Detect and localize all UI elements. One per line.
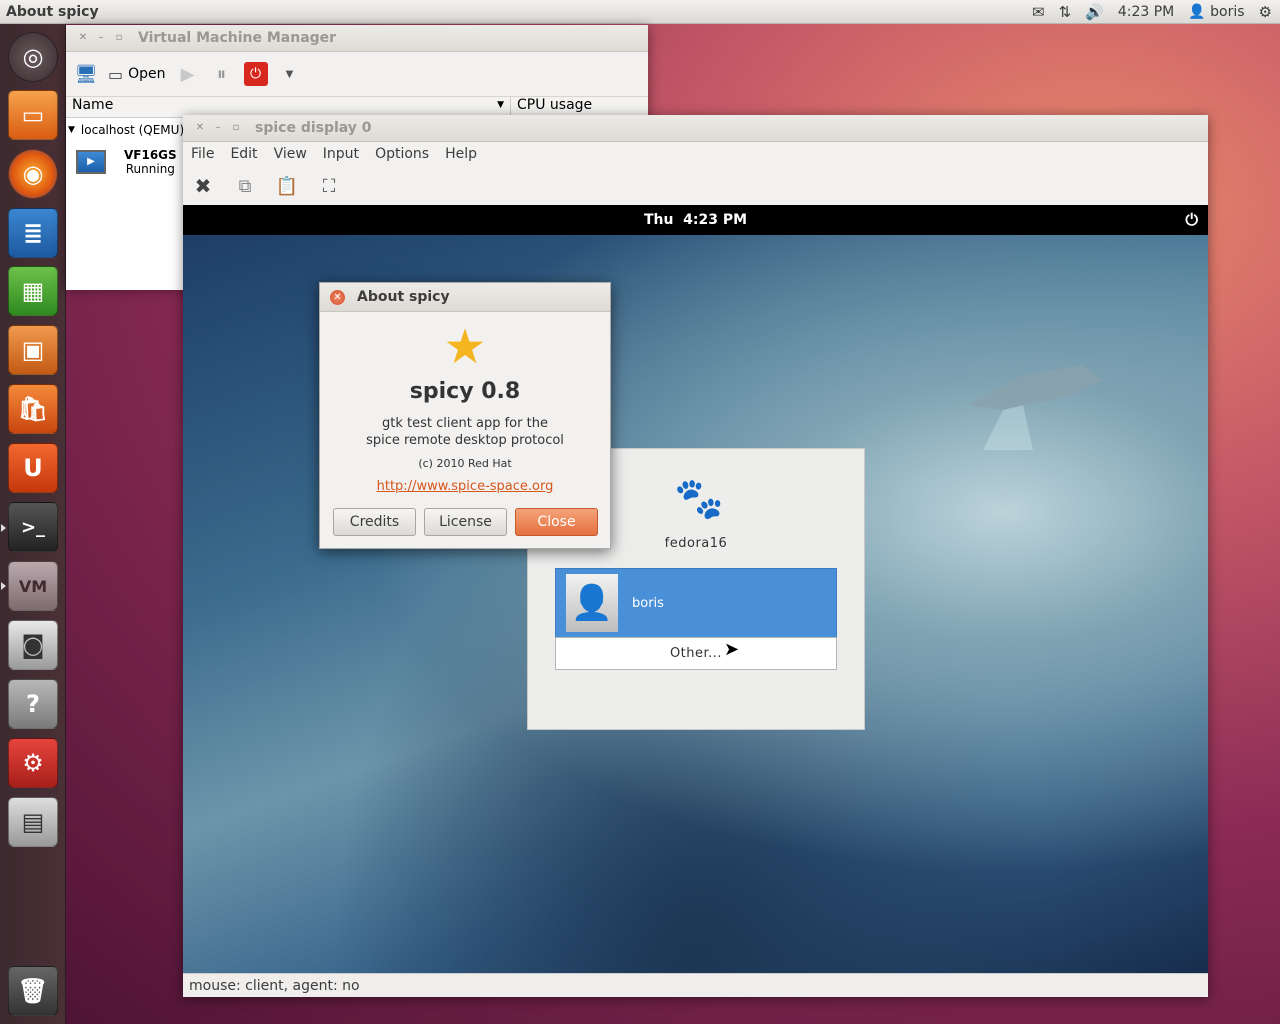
network-icon[interactable]: ⇅ [1059, 3, 1072, 21]
user-item-boris[interactable]: 👤 boris [555, 568, 837, 638]
play-icon[interactable]: ▶ [176, 62, 200, 86]
monitor-icon: ▭ [108, 64, 124, 84]
menu-file[interactable]: File [191, 146, 214, 162]
terminal-icon[interactable]: >_ [8, 502, 58, 552]
about-description-line2: spice remote desktop protocol [366, 433, 564, 448]
app-title: About spicy [6, 3, 99, 20]
guest-clock[interactable]: Thu 4:23 PM [644, 212, 747, 228]
pause-icon[interactable]: ⏸ [210, 62, 234, 86]
spice-toolbar: ✖ ⧉ 📋 ⛶ [183, 166, 1208, 207]
launcher: ◎ ▭ ◉ ≣ ▦ ▣ 🛍 U >_ VM ◙ ? ⚙ ▤ 🗑 [0, 24, 66, 1024]
column-name[interactable]: Name ▼ [66, 97, 511, 117]
spaceship-illustration [968, 365, 1103, 450]
about-website-link[interactable]: http://www.spice-space.org [320, 479, 610, 494]
software-center-icon[interactable]: 🛍 [8, 384, 58, 434]
vm-status: Running [125, 162, 175, 176]
volume-icon[interactable]: 🔊 [1085, 3, 1104, 21]
workspaces-icon[interactable]: ▤ [8, 797, 58, 847]
running-indicator [1, 582, 6, 590]
indicator-area: ✉ ⇅ 🔊 4:23 PM 👤 boris ⚙ [1032, 3, 1272, 21]
vmm-titlebar[interactable]: ✕ – ▫ Virtual Machine Manager [66, 25, 648, 52]
writer-icon[interactable]: ≣ [8, 208, 58, 258]
avatar: 👤 [566, 574, 618, 632]
user-name-label: boris [632, 595, 664, 611]
license-button[interactable]: License [424, 508, 507, 536]
about-titlebar[interactable]: ✕ About spicy [320, 283, 610, 312]
about-copyright: (c) 2010 Red Hat [418, 457, 512, 470]
vm-name: VF16GS [124, 148, 177, 162]
clock[interactable]: 4:23 PM [1118, 4, 1174, 20]
fullscreen-icon[interactable]: ⛶ [317, 174, 341, 198]
menu-view[interactable]: View [274, 146, 307, 162]
vm-monitor-icon: ▶ [76, 150, 106, 174]
status-bar: mouse: client, agent: no [183, 973, 1208, 997]
star-icon: ★ [443, 319, 487, 375]
about-dialog: ✕ About spicy ★ spicy 0.8 gtk test clien… [319, 282, 611, 549]
close-icon[interactable]: ✕ [76, 31, 90, 45]
power-icon[interactable]: ⏻ [1185, 210, 1198, 230]
paste-icon[interactable]: 📋 [275, 174, 299, 198]
maximize-icon[interactable]: ▫ [229, 121, 243, 135]
running-indicator [1, 524, 6, 532]
status-text: mouse: client, agent: no [189, 977, 360, 994]
open-label: Open [128, 66, 166, 82]
maximize-icon[interactable]: ▫ [112, 31, 126, 45]
vmm-toolbar: 🖥 ▭ Open ▶ ⏸ ⏻ ▼ [66, 52, 648, 97]
gear-icon[interactable]: ⚙ [1259, 3, 1272, 21]
system-settings-icon[interactable]: ⚙ [8, 738, 58, 788]
close-icon[interactable]: ✕ [193, 121, 207, 135]
expander-icon[interactable]: ▼ [68, 125, 75, 135]
camera-icon[interactable]: ◙ [8, 620, 58, 670]
spice-title: spice display 0 [255, 120, 372, 136]
spice-window: ✕ – ▫ spice display 0 File Edit View Inp… [183, 115, 1208, 997]
mail-icon[interactable]: ✉ [1032, 3, 1045, 21]
close-button[interactable]: Close [515, 508, 598, 536]
menubar: File Edit View Input Options Help [183, 142, 1208, 166]
trash-icon[interactable]: 🗑 [8, 966, 58, 1016]
menu-help[interactable]: Help [445, 146, 477, 162]
column-cpu-usage[interactable]: CPU usage [511, 97, 592, 117]
user-icon: 👤 [1188, 3, 1206, 20]
mouse-cursor-icon: ➤ [724, 639, 740, 660]
about-title: About spicy [357, 289, 450, 305]
power-off-icon[interactable]: ⏻ [243, 62, 268, 86]
firefox-icon[interactable]: ◉ [8, 149, 58, 199]
new-vm-icon[interactable]: 🖥 [74, 62, 98, 86]
impress-icon[interactable]: ▣ [8, 325, 58, 375]
calc-icon[interactable]: ▦ [8, 266, 58, 316]
user-item-other[interactable]: Other... [555, 637, 837, 670]
menu-input[interactable]: Input [323, 146, 359, 162]
credits-button[interactable]: Credits [333, 508, 416, 536]
user-menu[interactable]: 👤 boris [1188, 4, 1244, 20]
gnome-top-bar: Thu 4:23 PM ⏻ [183, 205, 1208, 235]
minimize-icon[interactable]: – [211, 121, 225, 135]
disconnect-icon[interactable]: ✖ [191, 174, 215, 198]
about-app-name: spicy 0.8 [409, 379, 521, 404]
about-description-line1: gtk test client app for the [382, 416, 548, 431]
ubuntu-one-icon[interactable]: U [8, 443, 58, 493]
close-icon[interactable]: ✕ [330, 289, 345, 305]
open-button[interactable]: ▭ Open [108, 65, 166, 84]
files-icon[interactable]: ▭ [8, 90, 58, 140]
dash-home-icon[interactable]: ◎ [8, 32, 58, 82]
top-panel: About spicy ✉ ⇅ 🔊 4:23 PM 👤 boris ⚙ [0, 0, 1280, 24]
user-name: boris [1210, 3, 1245, 20]
virt-manager-icon[interactable]: VM [8, 561, 58, 611]
help-icon[interactable]: ? [8, 679, 58, 729]
chevron-down-icon[interactable]: ▼ [278, 62, 302, 86]
host-label: localhost (QEMU) [80, 123, 185, 137]
vmm-title: Virtual Machine Manager [138, 30, 337, 46]
gnome-foot-icon: 🐾 [674, 476, 724, 522]
spice-titlebar[interactable]: ✕ – ▫ spice display 0 [183, 115, 1208, 142]
copy-icon[interactable]: ⧉ [233, 174, 257, 198]
menu-options[interactable]: Options [375, 146, 429, 162]
menu-edit[interactable]: Edit [230, 146, 257, 162]
minimize-icon[interactable]: – [94, 31, 108, 45]
